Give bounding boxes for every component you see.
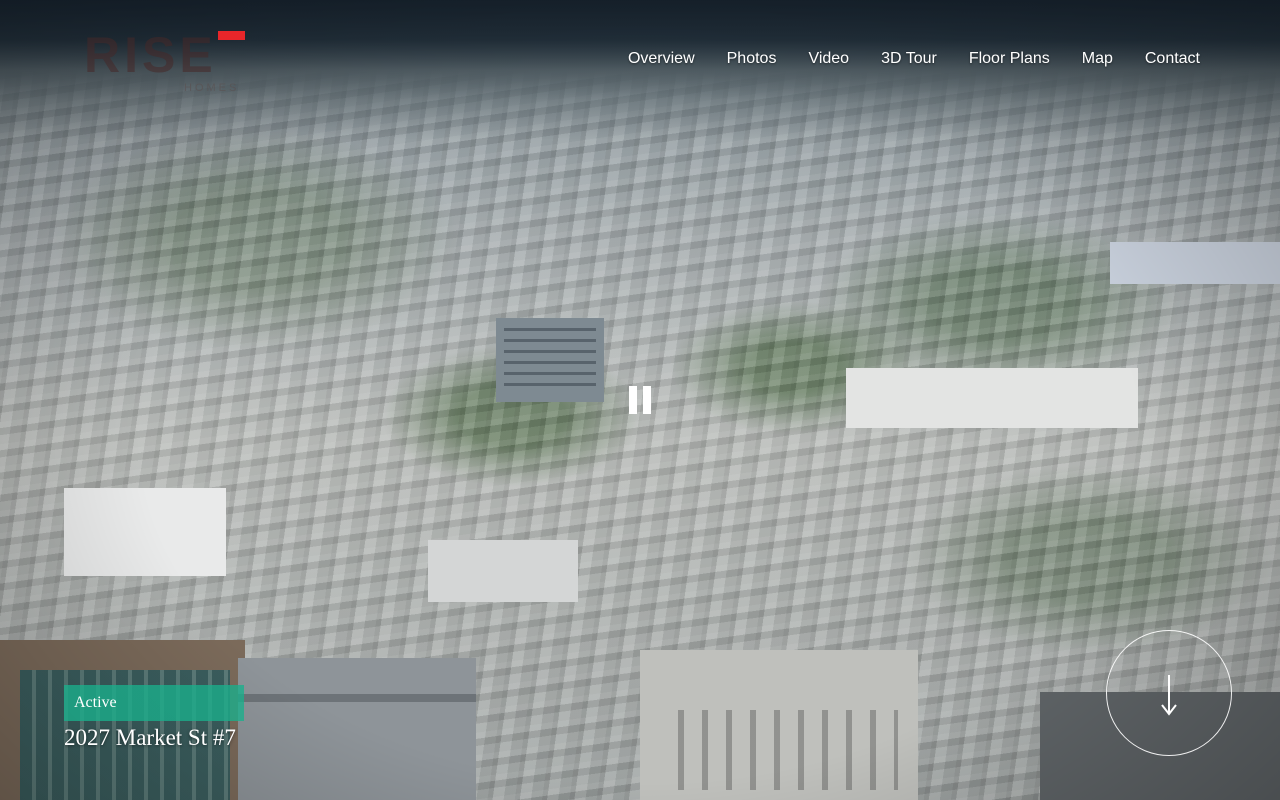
pause-icon[interactable] bbox=[629, 386, 653, 414]
background-building bbox=[496, 318, 604, 402]
nav-item-contact[interactable]: Contact bbox=[1145, 49, 1200, 69]
brand-name: RISE bbox=[84, 27, 217, 83]
brand-logo[interactable]: RISE HOMES bbox=[84, 28, 250, 98]
brand-subtitle: HOMES bbox=[184, 82, 240, 94]
background-building bbox=[428, 540, 578, 602]
arrow-down-icon bbox=[1161, 675, 1177, 716]
scroll-down-button[interactable] bbox=[1106, 630, 1232, 756]
property-address: 2027 Market St #7 bbox=[64, 725, 236, 750]
main-nav: Overview Photos Video 3D Tour Floor Plan… bbox=[628, 49, 1200, 69]
background-building bbox=[64, 488, 226, 576]
background-building bbox=[1110, 242, 1280, 284]
nav-item-3d-tour[interactable]: 3D Tour bbox=[881, 49, 937, 69]
status-badge: Active bbox=[64, 685, 244, 721]
background-building bbox=[640, 650, 918, 800]
background-building bbox=[846, 368, 1138, 428]
nav-item-video[interactable]: Video bbox=[808, 49, 849, 69]
top-navigation-bar: RISE HOMES Overview Photos Video 3D Tour… bbox=[0, 0, 1280, 100]
nav-item-overview[interactable]: Overview bbox=[628, 49, 695, 69]
nav-item-floor-plans[interactable]: Floor Plans bbox=[969, 49, 1050, 69]
nav-item-photos[interactable]: Photos bbox=[727, 49, 777, 69]
brand-accent-bar bbox=[218, 31, 245, 40]
nav-item-map[interactable]: Map bbox=[1082, 49, 1113, 69]
background-building bbox=[238, 658, 476, 800]
